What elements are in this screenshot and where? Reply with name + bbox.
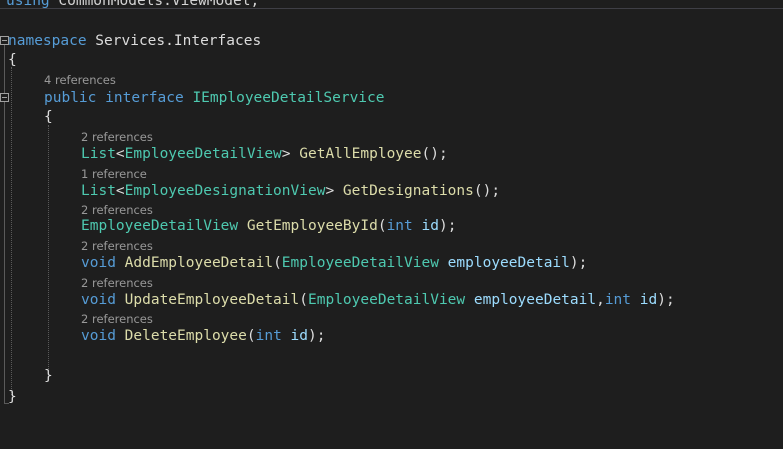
code-token: id xyxy=(421,218,439,234)
code-token: > xyxy=(325,183,343,199)
member-declaration-line[interactable]: void AddEmployeeDetail(EmployeeDetailVie… xyxy=(81,254,587,272)
code-token: > xyxy=(281,146,300,162)
code-token: ( xyxy=(246,328,256,344)
code-token: EmployeeDetailView xyxy=(308,292,466,308)
code-token: id xyxy=(290,328,309,344)
code-token: EmployeeDetailView xyxy=(81,218,239,234)
code-token: , xyxy=(596,292,605,308)
code-token: ); xyxy=(438,218,457,234)
code-token: ( xyxy=(273,255,282,271)
code-token: (); xyxy=(421,146,448,162)
namespace-name: Services.Interfaces xyxy=(86,33,262,49)
interface-close-brace[interactable]: } xyxy=(44,367,53,385)
namespace-close-brace[interactable]: } xyxy=(8,388,17,406)
code-token: int xyxy=(604,292,632,308)
code-token: (); xyxy=(473,183,501,199)
code-token: void xyxy=(81,255,116,271)
code-token: DeleteEmployee xyxy=(124,328,247,344)
code-token: employeeDetail xyxy=(473,292,597,308)
interface-fold-line xyxy=(4,102,5,381)
namespace-declaration-line[interactable]: namespace Services.Interfaces xyxy=(8,32,261,50)
member-codelens-references[interactable]: 2 references xyxy=(81,313,153,326)
member-declaration-line[interactable]: void UpdateEmployeeDetail(EmployeeDetail… xyxy=(81,291,675,309)
code-token: GetDesignations xyxy=(342,183,474,199)
public-keyword: public xyxy=(44,90,97,106)
code-token: ); xyxy=(569,255,588,271)
code-token: ); xyxy=(308,328,326,344)
member-declaration-line[interactable]: void DeleteEmployee(int id); xyxy=(81,327,325,345)
namespace-keyword: namespace xyxy=(8,33,87,49)
code-token: ( xyxy=(377,218,387,234)
code-token: List xyxy=(81,183,116,199)
code-token: EmployeeDetailView xyxy=(124,146,282,162)
interface-open-brace[interactable]: { xyxy=(44,108,53,126)
code-token: EmployeeDesignationView xyxy=(124,183,326,199)
code-token: int xyxy=(386,218,413,234)
code-token: EmployeeDetailView xyxy=(281,255,439,271)
member-codelens-references[interactable]: 2 references xyxy=(81,131,153,144)
indent-guide-namespace xyxy=(11,67,12,395)
interface-declaration-line[interactable]: public interface IEmployeeDetailService xyxy=(44,89,385,107)
code-token: id xyxy=(639,292,658,308)
namespace-open-brace[interactable]: { xyxy=(8,51,17,69)
code-token: List xyxy=(81,146,116,162)
interface-codelens-references[interactable]: 4 references xyxy=(44,74,116,87)
member-declaration-line[interactable]: List<EmployeeDetailView> GetAllEmployee(… xyxy=(81,145,448,163)
code-token: employeeDetail xyxy=(447,255,570,271)
code-token: < xyxy=(115,183,125,199)
using-block-divider xyxy=(0,8,783,9)
collapse-interface-icon[interactable] xyxy=(0,93,9,102)
member-codelens-references[interactable]: 2 references xyxy=(81,240,153,253)
member-declaration-line[interactable]: EmployeeDetailView GetEmployeeById(int i… xyxy=(81,217,456,235)
code-editor[interactable]: using CommonModels.ViewModel; namespace … xyxy=(0,0,783,449)
member-codelens-references[interactable]: 2 references xyxy=(81,204,153,217)
interface-name: IEmployeeDetailService xyxy=(192,90,385,106)
interface-keyword: interface xyxy=(105,90,184,106)
code-token: GetEmployeeById xyxy=(246,218,378,234)
member-codelens-references[interactable]: 1 reference xyxy=(81,168,147,181)
code-token: UpdateEmployeeDetail xyxy=(124,292,300,308)
code-token: GetAllEmployee xyxy=(299,146,422,162)
member-codelens-references[interactable]: 2 references xyxy=(81,277,153,290)
code-token: void xyxy=(81,292,116,308)
code-token: void xyxy=(81,328,116,344)
indent-guide-interface xyxy=(48,125,49,373)
code-token: ( xyxy=(299,292,308,308)
code-token: int xyxy=(255,328,282,344)
code-token: < xyxy=(115,146,125,162)
code-token: AddEmployeeDetail xyxy=(124,255,274,271)
code-token: ); xyxy=(657,292,675,308)
member-declaration-line[interactable]: List<EmployeeDesignationView> GetDesigna… xyxy=(81,182,500,200)
